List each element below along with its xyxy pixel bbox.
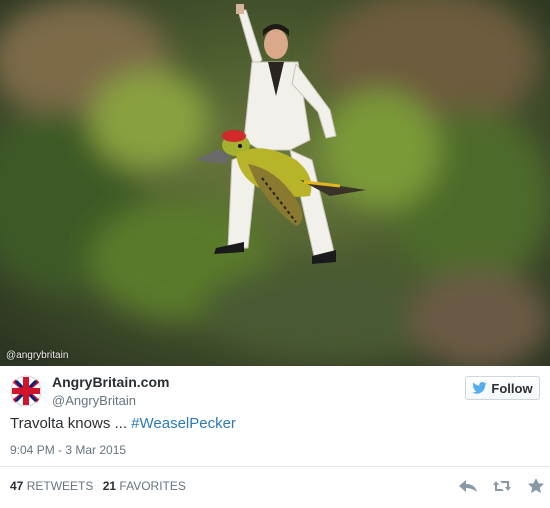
tweet-card: @angrybritain AngryBritain.com @AngryBri…: [0, 0, 550, 508]
tweet-actions: [458, 478, 546, 494]
reply-icon[interactable]: [458, 478, 478, 494]
star-icon[interactable]: [526, 478, 546, 494]
union-jack-avatar-icon[interactable]: [10, 375, 42, 407]
favorites-count[interactable]: 21: [103, 479, 116, 493]
tweet-stats: 47 RETWEETS 21 FAVORITES: [10, 479, 186, 493]
photo-watermark: @angrybritain: [6, 350, 69, 361]
hashtag-link[interactable]: #WeaselPecker: [131, 415, 236, 432]
retweets-label[interactable]: RETWEETS: [27, 479, 94, 493]
screen-name[interactable]: @AngryBritain: [52, 393, 136, 408]
display-name[interactable]: AngryBritain.com: [52, 374, 169, 390]
twitter-bird-icon: [472, 382, 488, 394]
tweet-body: Travolta knows ...: [10, 415, 132, 432]
follow-button[interactable]: Follow: [465, 376, 540, 400]
follow-label: Follow: [491, 380, 533, 396]
tweet-photo[interactable]: @angrybritain: [0, 0, 550, 366]
retweet-icon[interactable]: [492, 478, 512, 494]
divider: [0, 466, 550, 467]
retweets-count[interactable]: 47: [10, 479, 23, 493]
favorites-label[interactable]: FAVORITES: [119, 479, 185, 493]
tweet-timestamp[interactable]: 9:04 PM - 3 Mar 2015: [10, 443, 126, 457]
tweet-text: Travolta knows ... #WeaselPecker: [10, 415, 236, 432]
photo-image: [0, 0, 550, 366]
